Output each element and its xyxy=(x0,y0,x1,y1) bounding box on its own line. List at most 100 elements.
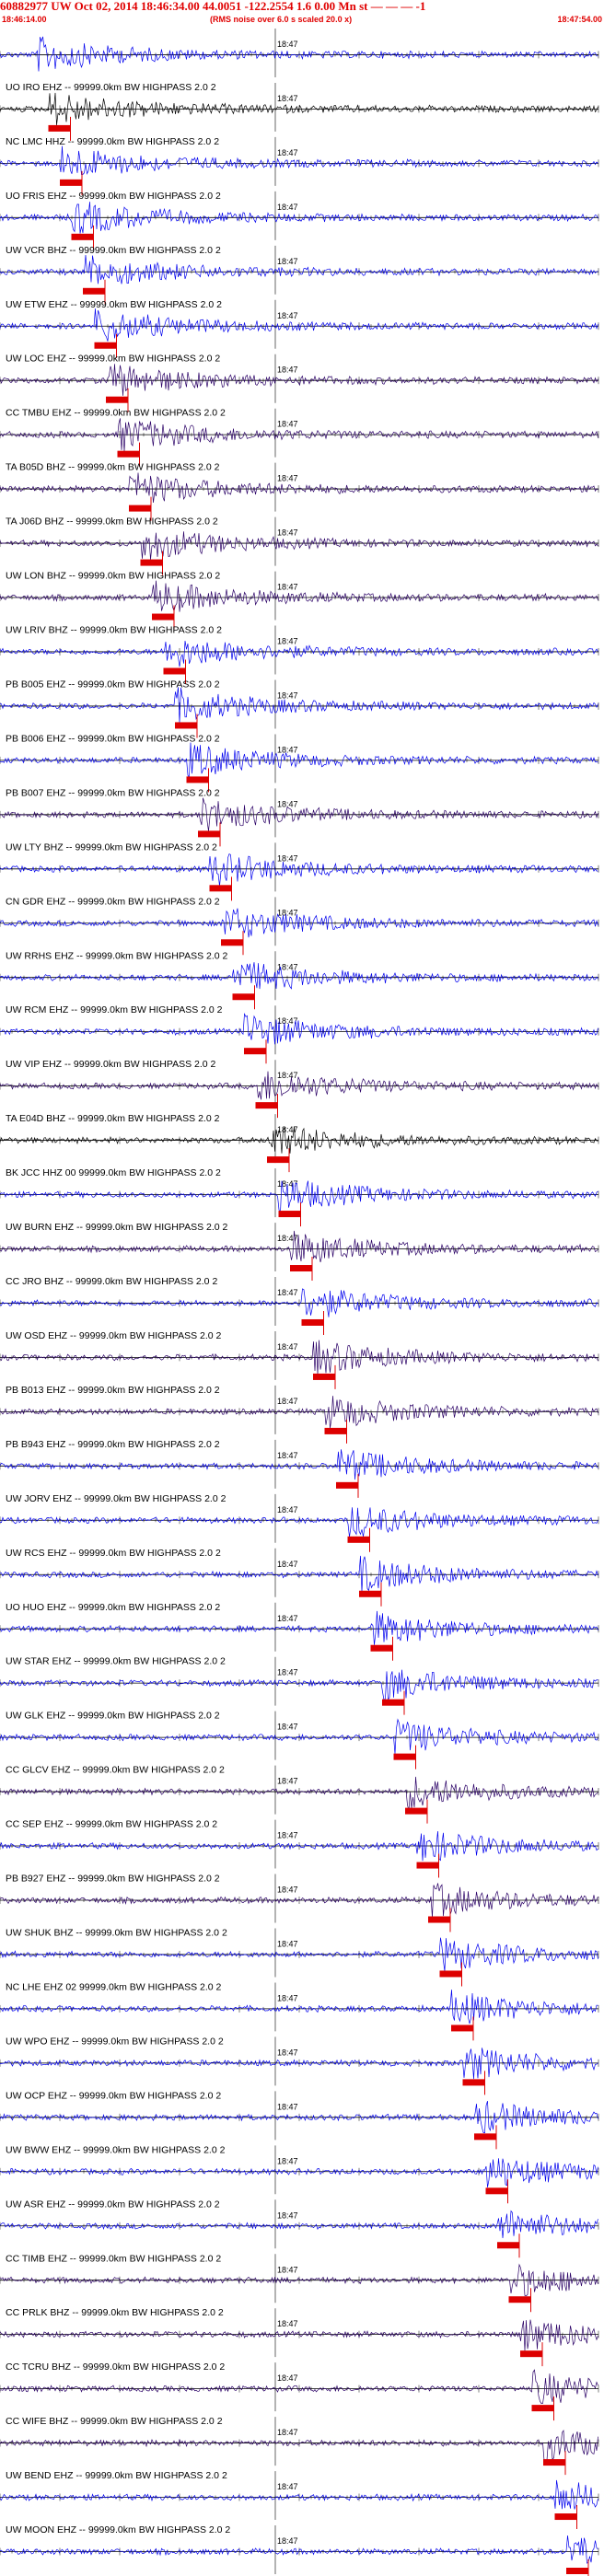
pick-marker xyxy=(186,776,209,783)
trace-label: UW VIP EHZ -- 99999.0km BW HIGHPASS 2.0 … xyxy=(6,1059,216,1070)
trace-row: UW MOON EHZ -- 99999.0km BW HIGHPASS 2.0… xyxy=(0,2524,599,2576)
trace-row: UO HUO EHZ -- 99999.0km BW HIGHPASS 2.0 … xyxy=(0,1602,599,1661)
trace-row: UW RRHS EHZ -- 99999.0km BW HIGHPASS 2.0… xyxy=(0,950,599,1010)
trace-label: UW WPO EHZ -- 99999.0km BW HIGHPASS 2.0 … xyxy=(6,2036,224,2047)
minute-tick-label: 18:47 xyxy=(277,1071,298,1080)
trace-label: UW MOON EHZ -- 99999.0km BW HIGHPASS 2.0… xyxy=(6,2524,230,2535)
trace-row: UW RCM EHZ -- 99999.0km BW HIGHPASS 2.0 … xyxy=(0,1004,599,1064)
pick-marker xyxy=(83,287,105,295)
pick-marker xyxy=(106,396,128,403)
trace-row: UW LON BHZ -- 99999.0km BW HIGHPASS 2.0 … xyxy=(0,571,599,630)
trace-row: UW VIP EHZ -- 99999.0km BW HIGHPASS 2.0 … xyxy=(0,1059,599,1119)
trace-row: TA J06D BHZ -- 99999.0km BW HIGHPASS 2.0… xyxy=(0,516,599,575)
pick-marker xyxy=(163,667,186,675)
minute-tick-label: 18:47 xyxy=(277,1451,298,1460)
trace-row: UW RCS EHZ -- 99999.0km BW HIGHPASS 2.0 … xyxy=(0,1548,599,1607)
minute-tick-label: 18:47 xyxy=(277,366,298,375)
minute-tick-label: 18:47 xyxy=(277,1831,298,1840)
trace-label: CC GLCV EHZ -- 99999.0km BW HIGHPASS 2.0… xyxy=(6,1765,225,1776)
minute-tick-label: 18:47 xyxy=(277,1940,298,1949)
trace-label: CC JRO BHZ -- 99999.0km BW HIGHPASS 2.0 … xyxy=(6,1276,217,1287)
trace-row: UW ASR EHZ -- 99999.0km BW HIGHPASS 2.0 … xyxy=(0,2199,599,2258)
trace-label: UW BURN EHZ -- 99999.0km BW HIGHPASS 2.0… xyxy=(6,1222,228,1233)
trace-row: UW JORV EHZ -- 99999.0km BW HIGHPASS 2.0… xyxy=(0,1493,599,1552)
trace-label: UO IRO EHZ -- 99999.0km BW HIGHPASS 2.0 … xyxy=(6,82,216,93)
pick-marker xyxy=(301,1318,324,1326)
trace-label: PB B013 EHZ -- 99999.0km BW HIGHPASS 2.0… xyxy=(6,1385,220,1396)
trace-row: UW BWW EHZ -- 99999.0km BW HIGHPASS 2.0 … xyxy=(0,2144,599,2204)
minute-tick-label: 18:47 xyxy=(277,1505,298,1514)
waveform xyxy=(0,1718,598,1755)
trace-label: UO HUO EHZ -- 99999.0km BW HIGHPASS 2.0 … xyxy=(6,1602,220,1613)
trace-row: PB B007 EHZ -- 99999.0km BW HIGHPASS 2.0… xyxy=(0,787,599,847)
minute-tick-label: 18:47 xyxy=(277,2048,298,2057)
pick-marker xyxy=(531,2405,554,2412)
trace-label: UW BWW EHZ -- 99999.0km BW HIGHPASS 2.0 … xyxy=(6,2144,226,2155)
minute-tick-label: 18:47 xyxy=(277,2156,298,2165)
trace-label: TA B05D BHZ -- 99999.0km BW HIGHPASS 2.0… xyxy=(6,462,220,473)
trace-row: PB B943 EHZ -- 99999.0km BW HIGHPASS 2.0… xyxy=(0,1439,599,1498)
minute-tick-label: 18:47 xyxy=(277,583,298,592)
trace-label: UW SHUK BHZ -- 99999.0km BW HIGHPASS 2.0… xyxy=(6,1928,227,1939)
trace-label: UW JORV EHZ -- 99999.0km BW HIGHPASS 2.0… xyxy=(6,1493,226,1504)
trace-label: UW VCR BHZ -- 99999.0km BW HIGHPASS 2.0 … xyxy=(6,245,221,256)
trace-label: UW LRIV BHZ -- 99999.0km BW HIGHPASS 2.0… xyxy=(6,625,222,636)
pick-marker xyxy=(347,1536,370,1543)
trace-label: NC LMC HHZ -- 99999.0km BW HIGHPASS 2.0 … xyxy=(6,136,219,147)
pick-marker xyxy=(405,1807,427,1815)
minute-tick-label: 18:47 xyxy=(277,1993,298,2002)
waveform xyxy=(0,1180,598,1213)
waveform xyxy=(0,853,598,887)
trace-label: CC TMBU EHZ -- 99999.0km BW HIGHPASS 2.0… xyxy=(6,408,226,419)
trace-label: NC LHE EHZ 02 99999.0km BW HIGHPASS 2.0 … xyxy=(6,1981,222,1992)
trace-label: CC SEP EHZ -- 99999.0km BW HIGHPASS 2.0 … xyxy=(6,1819,217,1830)
trace-row: UW LTY BHZ -- 99999.0km BW HIGHPASS 2.0 … xyxy=(0,841,599,901)
trace-label: UW STAR EHZ -- 99999.0km BW HIGHPASS 2.0… xyxy=(6,1656,226,1667)
pick-marker xyxy=(290,1265,312,1272)
minute-tick-label: 18:47 xyxy=(277,853,298,863)
pick-marker xyxy=(324,1427,347,1434)
trace-row: NC LMC HHZ -- 99999.0km BW HIGHPASS 2.0 … xyxy=(0,136,599,195)
waveform xyxy=(0,1776,598,1811)
trace-label: TA E04D BHZ -- 99999.0km BW HIGHPASS 2.0… xyxy=(6,1113,220,1124)
pick-marker xyxy=(198,830,220,838)
trace-label: UW GLK EHZ -- 99999.0km BW HIGHPASS 2.0 … xyxy=(6,1711,220,1722)
minute-tick-label: 18:47 xyxy=(277,311,298,320)
minute-tick-label: 18:47 xyxy=(277,1668,298,1677)
waveform xyxy=(0,2100,598,2134)
trace-row: TA B05D BHZ -- 99999.0km BW HIGHPASS 2.0… xyxy=(0,462,599,521)
pick-marker xyxy=(497,2242,519,2249)
minute-tick-label: 18:47 xyxy=(277,203,298,212)
trace-row: UW ETW EHZ -- 99999.0km BW HIGHPASS 2.0 … xyxy=(0,299,599,358)
minute-tick-label: 18:47 xyxy=(277,2265,298,2274)
minute-tick-label: 18:47 xyxy=(277,1397,298,1406)
pick-marker xyxy=(566,2568,588,2574)
minute-tick-label: 18:47 xyxy=(277,94,298,103)
pick-marker xyxy=(462,2079,485,2086)
trace-label: UW OCP EHZ -- 99999.0km BW HIGHPASS 2.0 … xyxy=(6,2090,221,2101)
pick-marker xyxy=(60,179,82,186)
minute-tick-label: 18:47 xyxy=(277,2536,298,2546)
minute-tick-label: 18:47 xyxy=(277,1614,298,1623)
trace-row: UW SHUK BHZ -- 99999.0km BW HIGHPASS 2.0… xyxy=(0,1928,599,1987)
trace-row: PB B927 EHZ -- 99999.0km BW HIGHPASS 2.0… xyxy=(0,1874,599,1932)
pick-marker xyxy=(393,1753,416,1760)
pick-marker xyxy=(370,1644,393,1652)
minute-tick-label: 18:47 xyxy=(277,420,298,429)
pick-marker xyxy=(416,1862,439,1869)
trace-row: NC LHE EHZ 02 99999.0km BW HIGHPASS 2.0 … xyxy=(0,1981,599,2041)
pick-marker xyxy=(94,342,117,349)
minute-tick-label: 18:47 xyxy=(277,908,298,917)
pick-marker xyxy=(359,1590,381,1597)
pick-marker xyxy=(278,1211,301,1218)
minute-tick-label: 18:47 xyxy=(277,528,298,538)
pick-marker xyxy=(485,2187,508,2195)
noise-scaling-note: (RMS noise over 6.0 s scaled 20.0 x) xyxy=(210,15,353,24)
pick-marker xyxy=(48,124,71,132)
minute-tick-label: 18:47 xyxy=(277,1886,298,1895)
trace-label: BK JCC HHZ 00 99999.0km BW HIGHPASS 2.0 … xyxy=(6,1167,221,1178)
pick-marker xyxy=(336,1481,358,1489)
minute-tick-label: 18:47 xyxy=(277,1288,298,1297)
pick-marker xyxy=(508,2296,531,2303)
trace-row: CC TMBU EHZ -- 99999.0km BW HIGHPASS 2.0… xyxy=(0,408,599,467)
